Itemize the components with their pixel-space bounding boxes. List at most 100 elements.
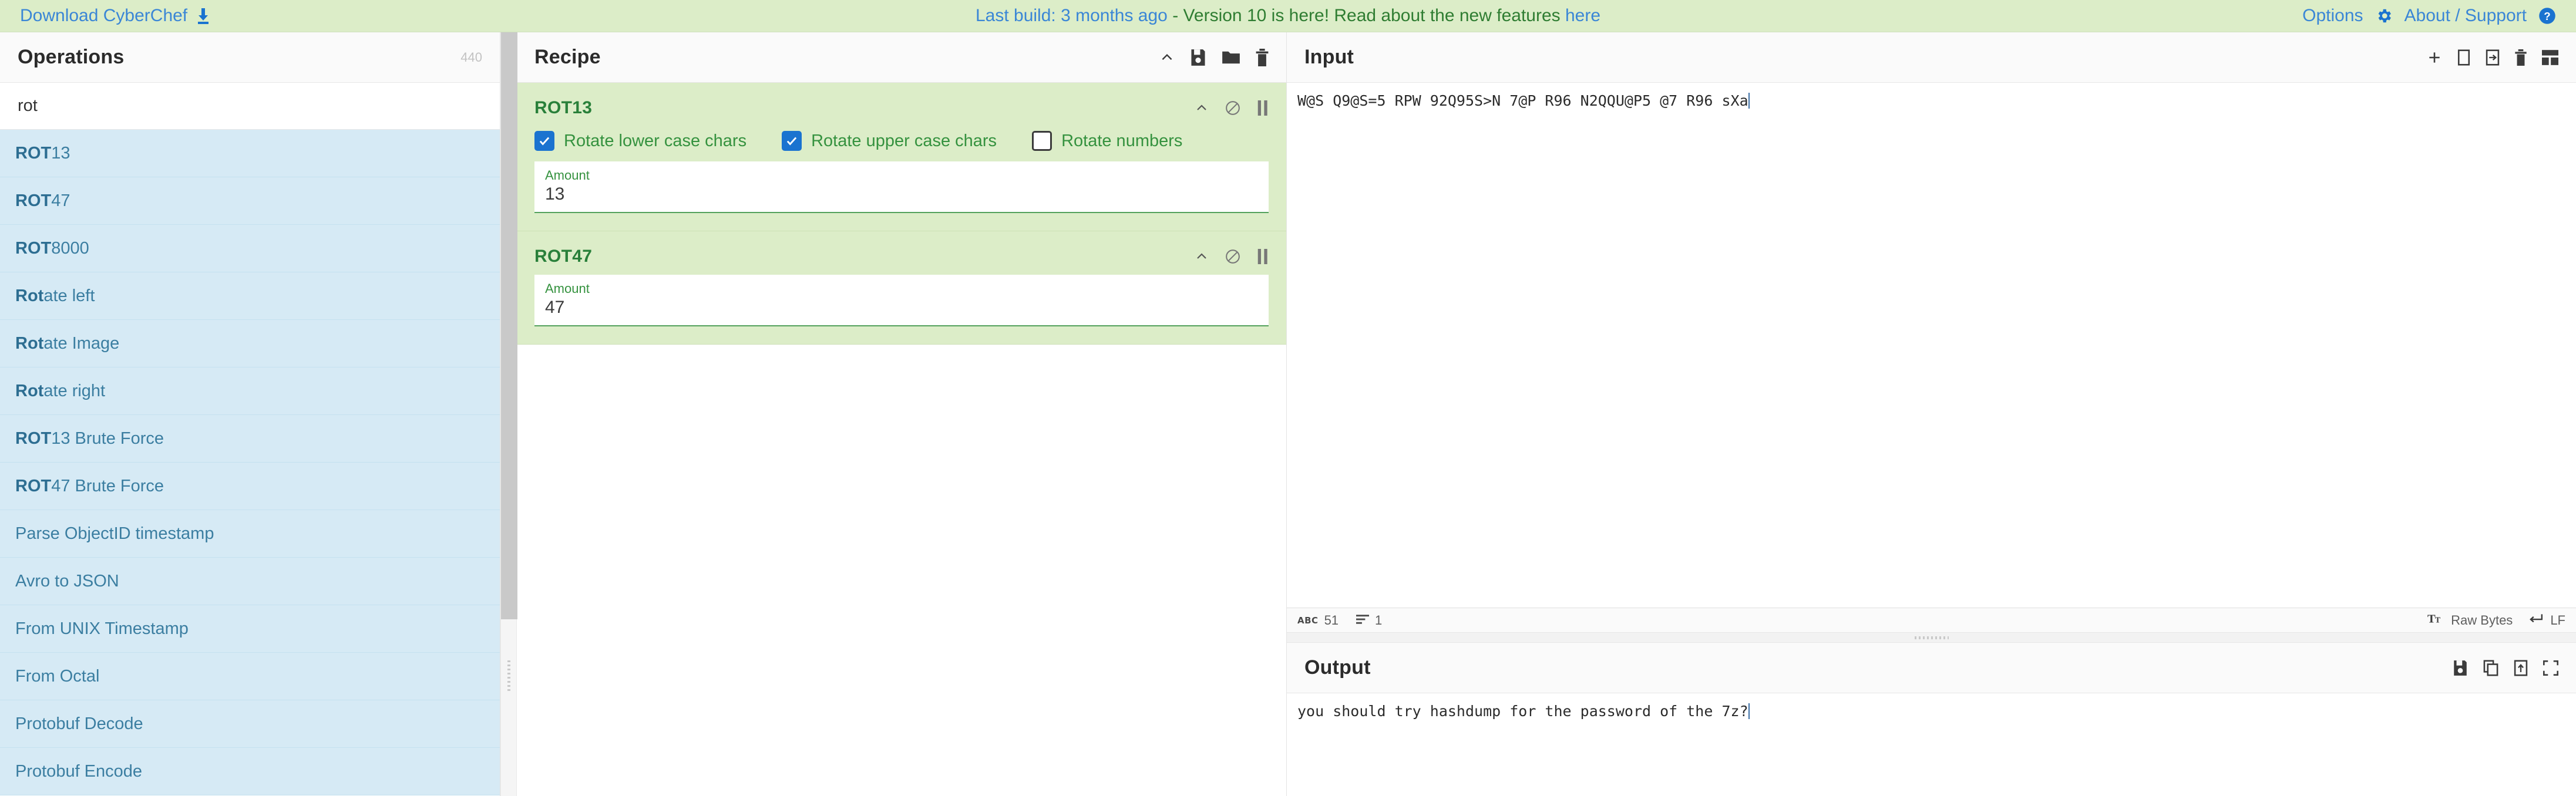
operation-label: From UNIX Timestamp [15, 619, 189, 638]
open-file-icon[interactable] [2486, 49, 2500, 66]
operations-header: Operations 440 [0, 32, 500, 83]
operation-list-item[interactable]: From UNIX Timestamp [0, 605, 500, 653]
svg-text:T: T [2427, 612, 2436, 625]
operations-title: Operations [18, 46, 125, 68]
recipe-steps-list[interactable]: ROT13 Rotate lower case chars Rotate upper… [517, 83, 1286, 796]
splitter-grip[interactable] [507, 660, 510, 693]
operations-scrollbar-thumb[interactable] [501, 32, 517, 619]
copy-icon[interactable] [2483, 659, 2498, 676]
folder-open-icon[interactable] [2457, 49, 2470, 66]
chevron-up-icon[interactable] [1195, 249, 1209, 264]
amount-field-value[interactable]: 47 [545, 298, 1258, 317]
question-circle-icon[interactable]: ? [2538, 7, 2556, 25]
chevron-up-icon[interactable] [1195, 101, 1209, 115]
save-icon[interactable] [2453, 660, 2468, 676]
amount-field[interactable]: Amount 13 [534, 161, 1269, 214]
operations-recipe-splitter[interactable] [500, 32, 517, 796]
checkbox-label: Rotate lower case chars [564, 131, 747, 150]
operation-label: ate left [43, 286, 95, 305]
recipe-step-title: ROT47 [534, 247, 593, 267]
bake-to-input-icon[interactable] [2514, 659, 2528, 676]
encoding-label[interactable]: Raw Bytes [2451, 613, 2513, 628]
pause-icon[interactable] [1257, 249, 1269, 265]
recipe-panel: Recipe ROT13 Rotate lower case chars Rotat… [517, 32, 1286, 796]
operation-list-item[interactable]: From Octal [0, 653, 500, 700]
recipe-step[interactable]: ROT47 Amount 47 [517, 231, 1286, 345]
operation-list-item[interactable]: Avro to JSON [0, 558, 500, 605]
recipe-title: Recipe [534, 46, 601, 68]
operations-list[interactable]: ROT 13 ROT 47 ROT 8000 Rot ate left Rot ate Image… [0, 130, 500, 796]
input-header: Input [1287, 32, 2576, 83]
checkbox-option[interactable]: Rotate numbers [1032, 131, 1182, 151]
operation-match-prefix: ROT [15, 143, 52, 163]
checkbox-option[interactable]: Rotate lower case chars [534, 131, 746, 151]
operation-label: ate Image [43, 333, 120, 353]
amount-field[interactable]: Amount 47 [534, 275, 1269, 327]
banner-separator: - [1167, 6, 1183, 25]
operation-list-item[interactable]: ROT 13 [0, 130, 500, 177]
operations-count: 440 [460, 49, 482, 65]
recipe-step-checkbox-row: Rotate lower case chars Rotate upper case… [517, 126, 1286, 161]
operation-list-item[interactable]: Protobuf Encode [0, 748, 500, 795]
input-output-splitter[interactable] [1287, 632, 2576, 643]
top-banner: Download CyberChef Last build: 3 months … [0, 0, 2576, 32]
pause-icon[interactable] [1257, 100, 1269, 116]
recipe-step[interactable]: ROT13 Rotate lower case chars Rotate upper… [517, 83, 1286, 232]
add-tab-icon[interactable] [2427, 50, 2442, 65]
download-cyberchef-label[interactable]: Download CyberChef [20, 6, 187, 26]
amount-field-label: Amount [545, 281, 590, 296]
gear-icon[interactable] [2375, 7, 2393, 25]
input-textarea[interactable]: W@S Q9@S=5 RPW 92Q95S>N 7@P R96 N2QQU@P5… [1287, 83, 2576, 608]
checkbox-checked-icon[interactable] [782, 131, 802, 151]
recipe-header-actions [1159, 48, 1269, 66]
operation-list-item[interactable]: ROT 13 Brute Force [0, 415, 500, 463]
last-build-link[interactable]: Last build: 3 months ago [976, 6, 1168, 25]
checkbox-unchecked-icon[interactable] [1032, 131, 1052, 151]
operation-match-prefix: Rot [15, 381, 44, 400]
operation-label: Parse ObjectID timestamp [15, 524, 214, 543]
folder-icon[interactable] [1222, 49, 1240, 66]
operation-list-item[interactable]: ROT 47 [0, 177, 500, 225]
operation-list-item[interactable]: Rot ate Image [0, 320, 500, 367]
line-count-group: 1 [1356, 613, 1382, 628]
amount-field-value[interactable]: 13 [545, 184, 1258, 204]
operation-list-item[interactable]: Rot ate right [0, 367, 500, 415]
about-support-button[interactable]: About / Support [2405, 6, 2527, 26]
recipe-header: Recipe [517, 32, 1286, 83]
char-count-group: ABC 51 [1297, 613, 1339, 628]
new-features-link[interactable]: here [1565, 6, 1600, 25]
operation-list-item[interactable]: ROT 47 Brute Force [0, 463, 500, 510]
return-icon[interactable] [2528, 613, 2543, 628]
chevron-up-icon[interactable] [1159, 50, 1175, 65]
operation-list-item[interactable]: Parse ObjectID timestamp [0, 510, 500, 558]
recipe-step-title: ROT13 [534, 98, 593, 117]
line-ending-label[interactable]: LF [2550, 613, 2565, 628]
font-size-icon[interactable]: TT [2427, 612, 2444, 629]
disable-icon[interactable] [1225, 100, 1240, 116]
trash-icon[interactable] [2515, 49, 2527, 66]
build-announcement: Last build: 3 months ago - Version 10 is… [0, 6, 2576, 26]
download-cyberchef-link[interactable]: Download CyberChef [20, 6, 211, 26]
operation-label: From Octal [15, 666, 100, 686]
disable-icon[interactable] [1225, 249, 1240, 264]
output-textarea[interactable]: you should try hashdump for the password… [1287, 693, 2576, 796]
operation-list-item[interactable]: Protobuf Decode [0, 700, 500, 748]
char-count-value: 51 [1324, 612, 1339, 628]
operation-match-prefix: Rot [15, 333, 44, 353]
search-input[interactable] [0, 83, 500, 130]
checkbox-label: Rotate upper case chars [811, 131, 997, 150]
checkbox-option[interactable]: Rotate upper case chars [782, 131, 997, 151]
download-icon[interactable] [196, 8, 211, 24]
operation-list-item[interactable]: Rot ate left [0, 272, 500, 320]
output-pane: Output you should try hashdump for the p… [1287, 643, 2576, 796]
tabs-icon[interactable] [2542, 49, 2558, 65]
trash-icon[interactable] [1256, 48, 1269, 66]
recipe-step-actions [1195, 100, 1269, 116]
operation-list-item[interactable]: ROT 8000 [0, 225, 500, 272]
operation-label: Avro to JSON [15, 571, 119, 591]
options-button[interactable]: Options [2302, 6, 2363, 26]
save-icon[interactable] [1190, 49, 1206, 66]
splitter-grip-horizontal[interactable] [1914, 636, 1949, 639]
maximize-icon[interactable] [2543, 660, 2558, 676]
checkbox-checked-icon[interactable] [534, 131, 554, 151]
